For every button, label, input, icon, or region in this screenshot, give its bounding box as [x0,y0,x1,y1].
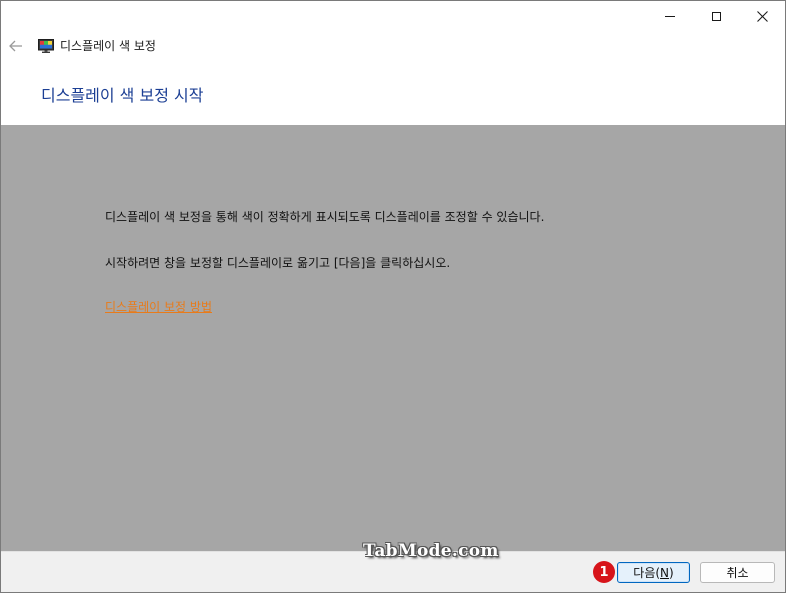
maximize-button[interactable] [693,1,739,31]
display-monitor-icon [38,39,54,53]
next-label-prefix: 다음( [633,566,661,580]
title-bar[interactable] [1,1,785,31]
instruction-text: 시작하려면 창을 보정할 디스플레이로 옮기고 [다음]을 클릭하십시오. [105,256,451,270]
close-button[interactable] [739,1,785,31]
maximize-icon [711,11,721,21]
page-title: 디스플레이 색 보정 시작 [41,86,204,105]
next-label-suffix: ) [669,565,674,580]
window-title: 디스플레이 색 보정 [60,39,156,53]
cancel-button[interactable]: 취소 [700,562,775,583]
next-button[interactable]: 다음(N) [617,562,690,583]
step-badge: 1 [593,561,615,583]
navigation-row: 디스플레이 색 보정 [1,31,785,61]
back-arrow-icon [9,40,22,52]
intro-text: 디스플레이 색 보정을 통해 색이 정확하게 표시되도록 디스플레이를 조정할 … [105,210,545,224]
back-button[interactable] [5,35,27,57]
content-area: 디스플레이 색 보정을 통해 색이 정확하게 표시되도록 디스플레이를 조정할 … [1,125,785,551]
minimize-icon [665,15,675,17]
button-bar: TabMode.com 1 다음(N) 취소 [1,541,785,592]
calibration-help-link[interactable]: 디스플레이 보정 방법 [105,299,212,315]
close-icon [756,10,768,22]
next-label-accesskey: N [660,565,670,580]
watermark-text: TabMode.com [363,541,499,561]
minimize-button[interactable] [647,1,693,31]
calibration-window: 디스플레이 색 보정 디스플레이 색 보정 시작 디스플레이 색 보정을 통해 … [0,0,786,593]
